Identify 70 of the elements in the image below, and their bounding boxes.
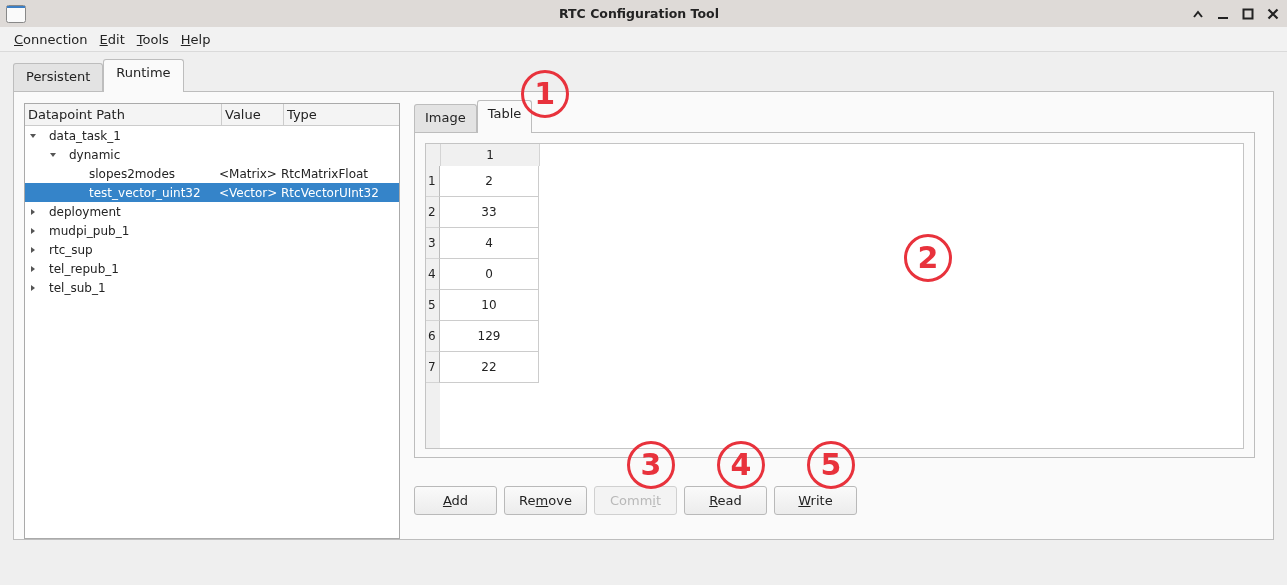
table-cell: 2	[440, 166, 539, 197]
row-header[interactable]: 2	[426, 197, 440, 228]
value-text: <Vector>	[219, 185, 278, 200]
type-text: RtcVectorUInt32	[281, 185, 379, 200]
callout-number: 2	[904, 234, 952, 282]
tree-item-label: slopes2modes	[89, 166, 176, 181]
collapsed-arrow-icon[interactable]	[29, 283, 37, 292]
tree-item-label: dynamic	[69, 147, 121, 162]
menu-item[interactable]: Connection	[14, 31, 88, 47]
tree-item-label: rtc_sup	[49, 242, 93, 257]
button[interactable]: Write	[774, 486, 857, 515]
column-header[interactable]: 1	[441, 144, 540, 166]
tree-row[interactable]: dynamic	[25, 145, 399, 164]
row-header[interactable]: 6	[426, 321, 440, 352]
tree-item-label: deployment	[49, 204, 121, 219]
column-header[interactable]: Type	[284, 104, 399, 125]
row-header[interactable]: 5	[426, 290, 440, 321]
tree-row[interactable]: tel_sub_1	[25, 278, 399, 297]
tree-item-label: mudpi_pub_1	[49, 223, 130, 238]
collapsed-arrow-icon[interactable]	[29, 264, 37, 273]
expanded-arrow-icon[interactable]	[29, 131, 37, 140]
close-icon[interactable]	[1267, 7, 1279, 20]
value-text: <Matrix>	[219, 166, 277, 181]
tree-row[interactable]: slopes2modes <Matrix> RtcMatrixFloat	[25, 164, 399, 183]
collapsed-arrow-icon[interactable]	[29, 207, 37, 216]
tree-row[interactable]: rtc_sup	[25, 240, 399, 259]
tree-item-label: tel_repub_1	[49, 261, 119, 276]
table-cell: 129	[440, 321, 539, 352]
table-corner	[426, 144, 441, 166]
callout-number: 1	[520, 70, 569, 118]
tree-item-label: test_vector_uint32	[89, 185, 201, 200]
row-header[interactable]: 1	[426, 166, 440, 197]
row-header[interactable]: 4	[426, 259, 440, 290]
menu-item[interactable]: Help	[180, 31, 211, 47]
tab[interactable]: Table	[476, 100, 533, 133]
button[interactable]: Remove	[504, 486, 587, 515]
column-header[interactable]: Datapoint Path	[25, 104, 222, 125]
table-cell: 4	[440, 228, 539, 259]
tab[interactable]: Image	[414, 104, 477, 132]
type-text: RtcMatrixFloat	[281, 166, 369, 181]
table-cell: 10	[440, 290, 539, 321]
button[interactable]: Add	[414, 486, 497, 515]
tree-row[interactable]: mudpi_pub_1	[25, 221, 399, 240]
table-cell: 33	[440, 197, 539, 228]
callout-number: 5	[807, 441, 855, 489]
callout-number: 4	[717, 441, 765, 489]
tab[interactable]: Runtime	[103, 59, 184, 92]
tab[interactable]: Persistent	[13, 63, 104, 91]
collapsed-arrow-icon[interactable]	[29, 245, 37, 254]
window-icon	[6, 4, 26, 23]
tree-row[interactable]: deployment	[25, 202, 399, 221]
row-header-strip	[426, 383, 440, 448]
tree-item-label: tel_sub_1	[49, 280, 106, 295]
row-header[interactable]: 7	[426, 352, 440, 383]
tree-row[interactable]: data_task_1	[25, 126, 399, 145]
menu-item[interactable]: Tools	[136, 31, 169, 47]
collapsed-arrow-icon[interactable]	[29, 226, 37, 235]
table-cell: 0	[440, 259, 539, 290]
tree-item-label: data_task_1	[49, 128, 121, 143]
window-title: RTC Configuration Tool	[558, 6, 720, 21]
callout-number: 3	[627, 441, 675, 489]
column-header[interactable]: Value	[222, 104, 284, 125]
table-cell: 22	[440, 352, 539, 383]
tree-row[interactable]: test_vector_uint32 <Vector> RtcVectorUInt32	[25, 183, 399, 202]
row-header[interactable]: 3	[426, 228, 440, 259]
expanded-arrow-icon[interactable]	[49, 150, 57, 159]
button[interactable]: Read	[684, 486, 767, 515]
tree-row[interactable]: tel_repub_1	[25, 259, 399, 278]
menu-item[interactable]: Edit	[99, 31, 125, 47]
maximize-icon[interactable]	[1242, 7, 1254, 20]
